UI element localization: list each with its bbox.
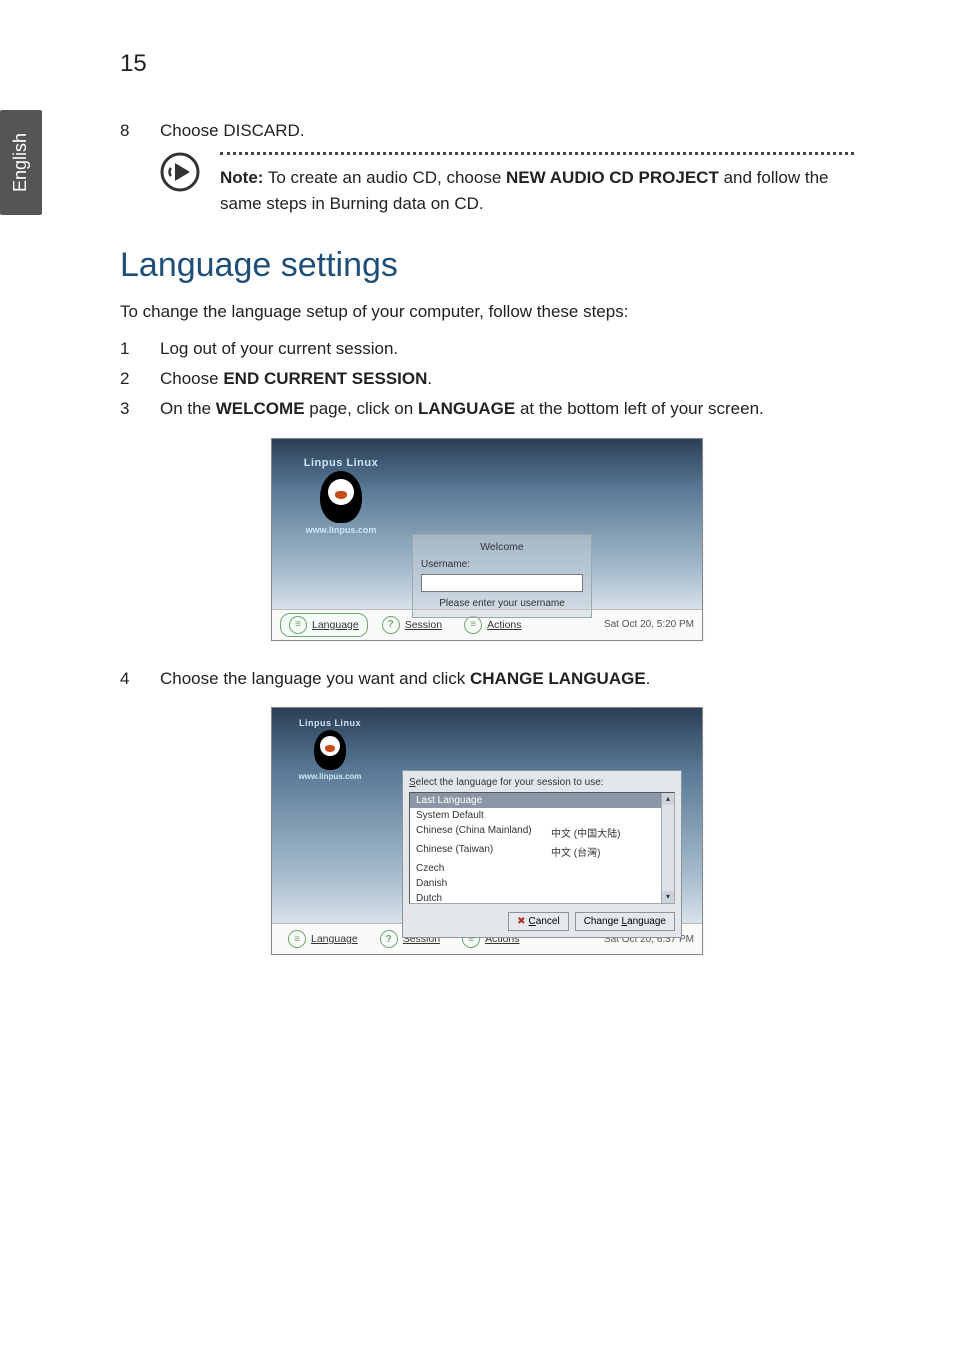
language-list[interactable]: Last LanguageSystem DefaultChinese (Chin… (409, 792, 675, 904)
step-1-number: 1 (120, 336, 160, 362)
language-option[interactable]: Last Language (410, 793, 674, 808)
language-option[interactable]: Chinese (Taiwan)中文 (台灣) (410, 842, 674, 861)
step-8-number: 8 (120, 118, 160, 144)
linpus-logo: Linpus Linux www.linpus.com (297, 718, 363, 781)
step-2-number: 2 (120, 366, 160, 392)
scroll-down-icon[interactable]: ▾ (662, 891, 674, 903)
welcome-screenshot: Linpus Linux www.linpus.com Welcome User… (271, 438, 703, 641)
step-3-number: 3 (120, 396, 160, 422)
note-label: Note: (220, 168, 263, 187)
language-option[interactable]: Dutch (410, 891, 674, 904)
page-number: 15 (120, 50, 854, 78)
language-dialog: Select the language for your session to … (402, 770, 682, 938)
step-4-number: 4 (120, 666, 160, 692)
language-select-screenshot: Linpus Linux www.linpus.com Select the l… (271, 707, 703, 955)
username-label: Username: (421, 559, 583, 570)
step-4-text: Choose the language you want and click C… (160, 666, 854, 692)
note-icon (160, 152, 200, 192)
welcome-title: Welcome (421, 541, 583, 553)
username-input[interactable] (421, 574, 583, 592)
step-8-text: Choose DISCARD. (160, 118, 854, 144)
language-option[interactable]: Danish (410, 876, 674, 891)
cancel-button[interactable]: ✖Cancel (508, 912, 569, 931)
language-button[interactable]: ≡ Language (280, 613, 368, 637)
penguin-icon (320, 471, 362, 523)
username-hint: Please enter your username (421, 598, 583, 609)
language-button[interactable]: ≡ Language (280, 928, 366, 950)
welcome-panel: Welcome Username: Please enter your user… (412, 534, 592, 618)
globe-icon: ≡ (289, 616, 307, 634)
linpus-logo: Linpus Linux www.linpus.com (297, 457, 385, 535)
side-language-tab: English (0, 110, 42, 215)
menu-icon: ≡ (464, 616, 482, 634)
section-intro: To change the language setup of your com… (120, 299, 854, 325)
step-2-text: Choose END CURRENT SESSION. (160, 366, 854, 392)
section-title: Language settings (120, 246, 854, 285)
language-option[interactable]: Chinese (China Mainland)中文 (中国大陆) (410, 823, 674, 842)
scrollbar[interactable]: ▴ ▾ (661, 793, 674, 903)
note-text: Note: To create an audio CD, choose NEW … (220, 152, 854, 216)
change-language-button[interactable]: Change Language (575, 912, 675, 931)
step-3-text: On the WELCOME page, click on LANGUAGE a… (160, 396, 854, 422)
side-language-label: English (11, 133, 32, 192)
language-option[interactable]: Czech (410, 861, 674, 876)
scroll-up-icon[interactable]: ▴ (662, 793, 674, 805)
step-1-text: Log out of your current session. (160, 336, 854, 362)
language-option[interactable]: System Default (410, 808, 674, 823)
help-icon: ? (382, 616, 400, 634)
penguin-icon (314, 730, 346, 770)
globe-icon: ≡ (288, 930, 306, 948)
clock: Sat Oct 20, 5:20 PM (604, 619, 694, 630)
language-dialog-label: Select the language for your session to … (409, 777, 675, 788)
help-icon: ? (380, 930, 398, 948)
